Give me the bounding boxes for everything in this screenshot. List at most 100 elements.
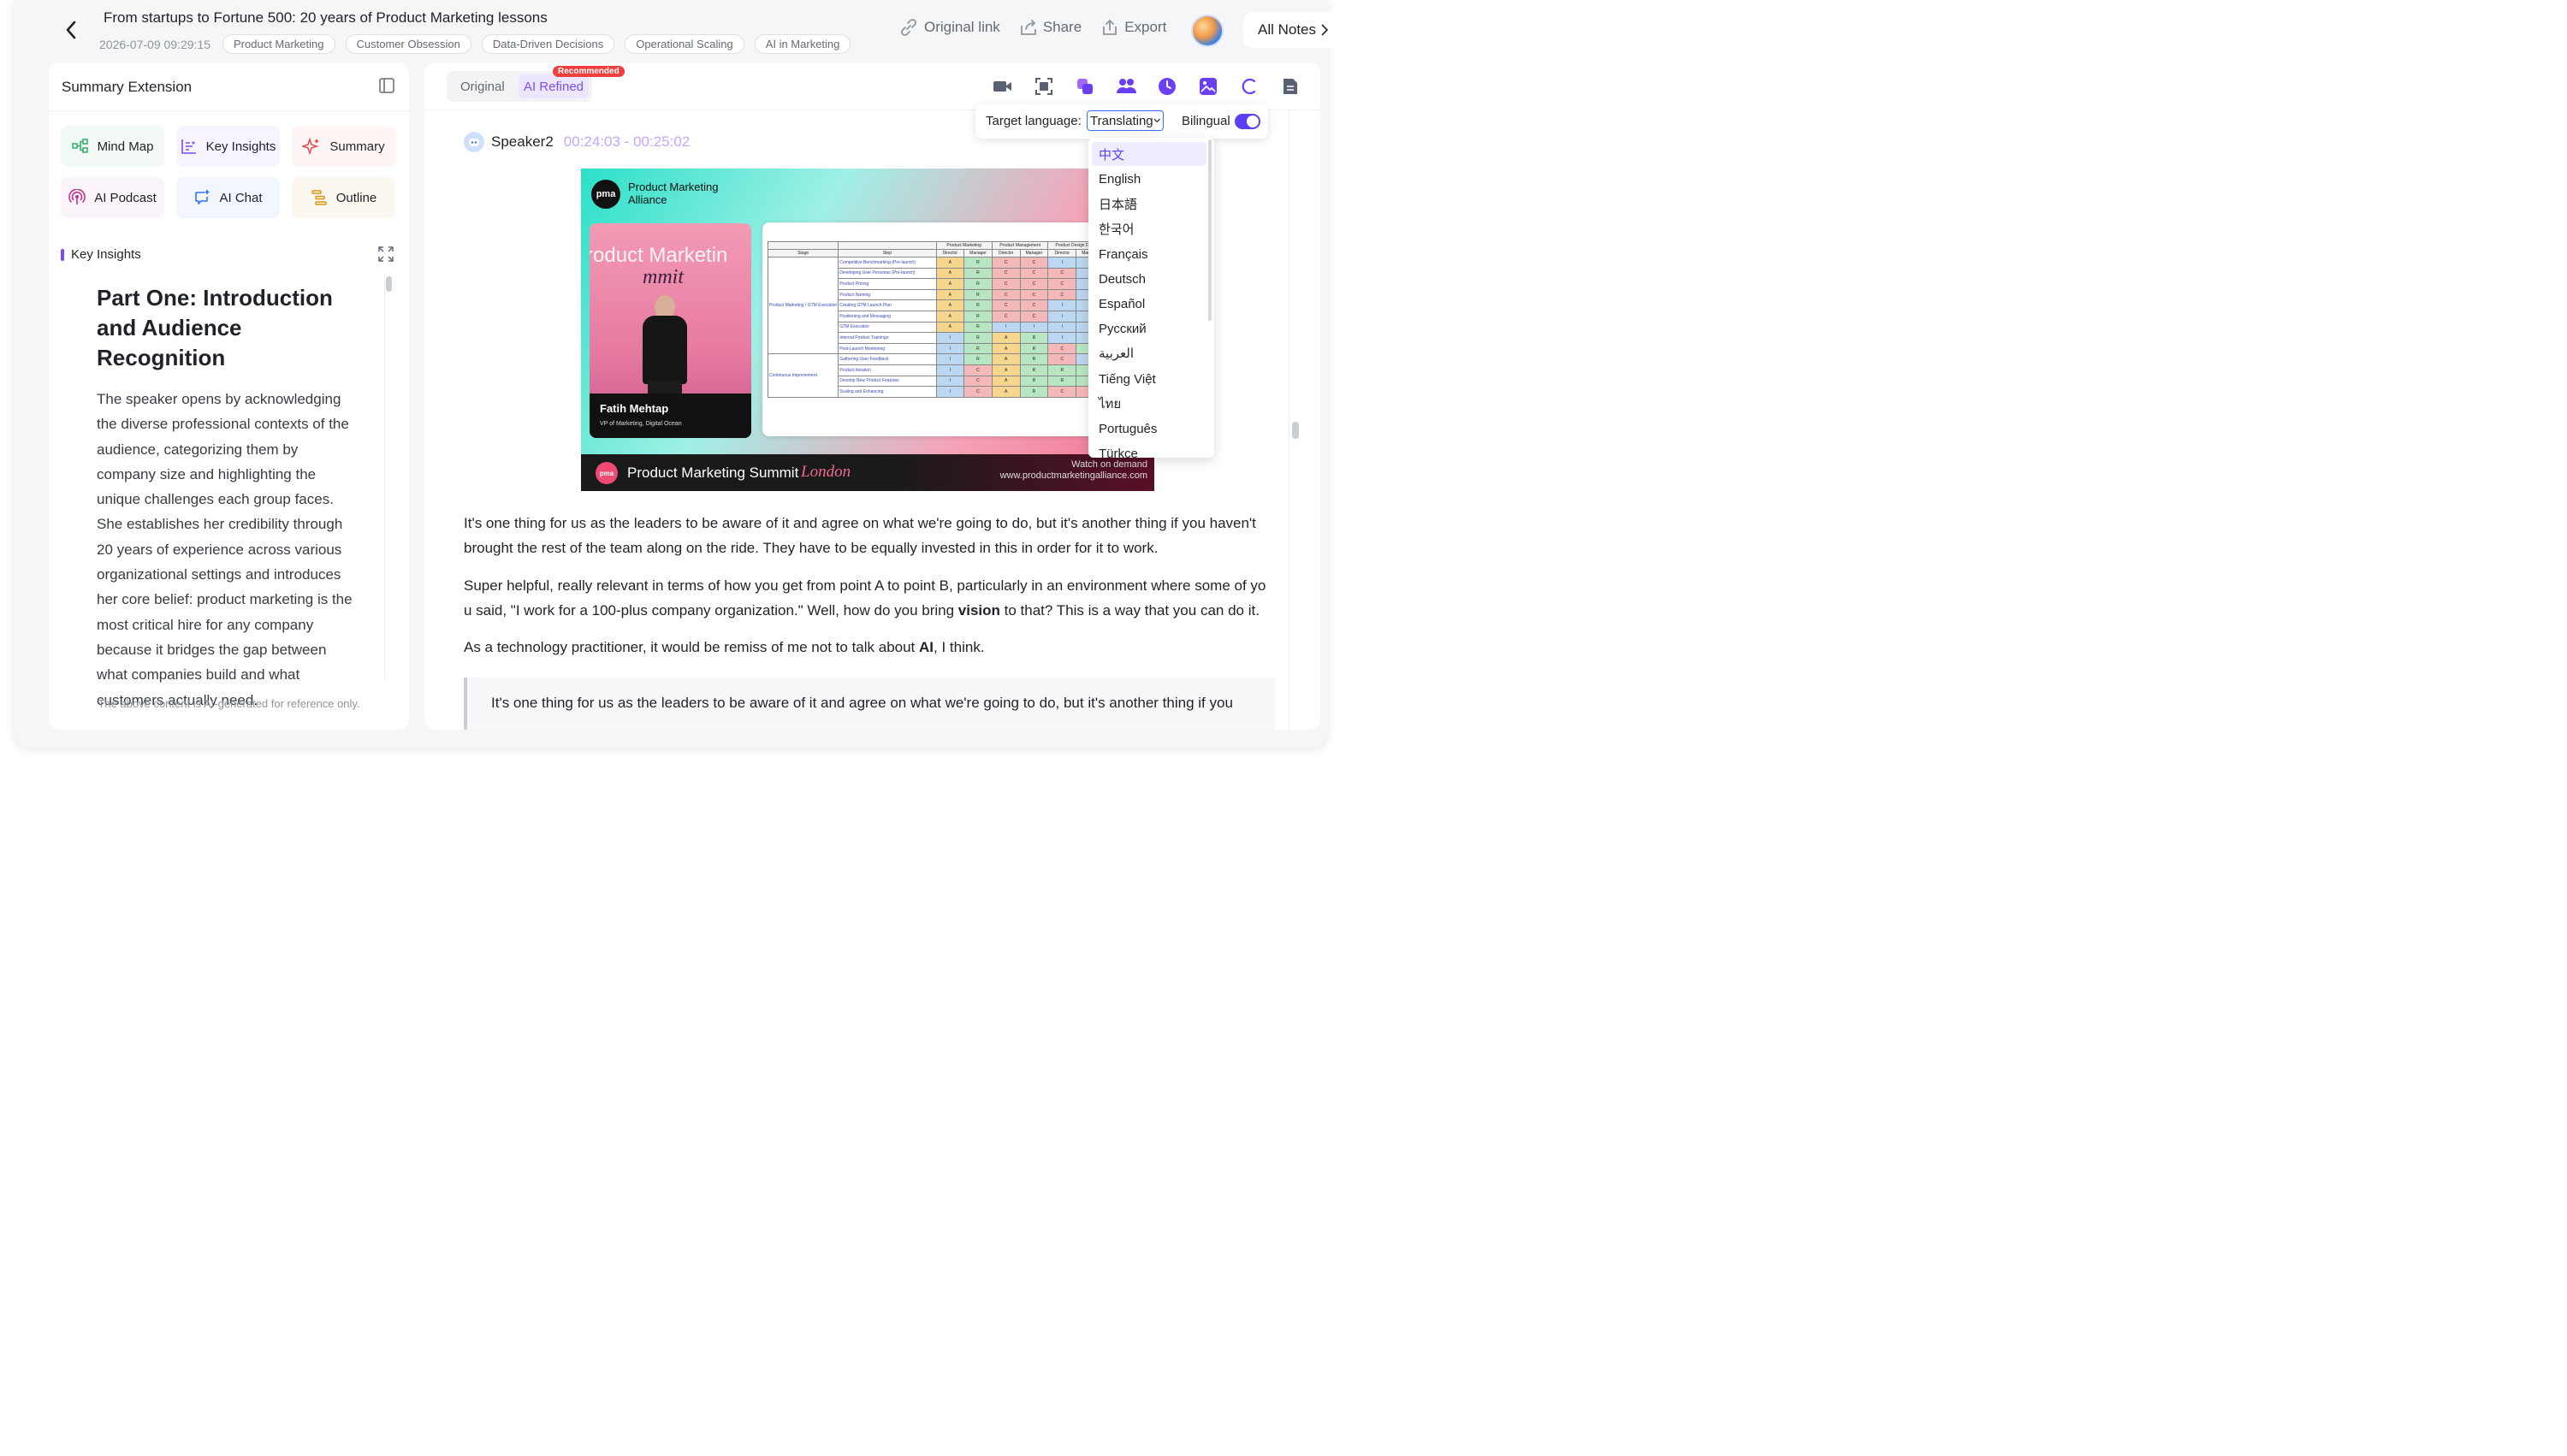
raci-value-cell: R xyxy=(963,342,993,355)
raci-step-cell: Product Iteration xyxy=(838,364,937,376)
sidebar-toggle-icon[interactable] xyxy=(379,78,394,93)
language-option[interactable]: 中文 xyxy=(1092,142,1206,166)
tool-label: AI Chat xyxy=(219,190,263,205)
section-label-text: Key Insights xyxy=(71,247,141,262)
raci-sub-row: Stage Step Director Manager Director Man… xyxy=(767,249,1105,257)
raci-value-cell: I xyxy=(1047,299,1077,311)
all-notes-button[interactable]: All Notes xyxy=(1243,12,1343,48)
raci-value-cell: I xyxy=(935,386,965,398)
raci-header xyxy=(767,241,839,250)
header-actions: Original link Share Export xyxy=(898,17,1185,38)
ai-chat-button[interactable]: AI Chat xyxy=(176,177,280,218)
tag[interactable]: Data-Driven Decisions xyxy=(481,34,615,54)
copy-button[interactable] xyxy=(1075,76,1095,97)
text-run: to that? This is a way that you can do i… xyxy=(999,602,1260,619)
tag[interactable]: AI in Marketing xyxy=(754,34,851,54)
language-option[interactable]: Deutsch xyxy=(1092,267,1206,291)
note-date: 2026-07-09 09:29:15 xyxy=(99,37,210,51)
key-insights-button[interactable]: Key Insights xyxy=(176,126,280,167)
raci-value-cell: C xyxy=(1019,288,1049,301)
language-option[interactable]: العربية xyxy=(1092,341,1206,365)
raci-header xyxy=(838,241,937,250)
raci-value-cell: A xyxy=(935,257,965,269)
tag[interactable]: Customer Obsession xyxy=(345,34,471,54)
language-option[interactable]: Русский xyxy=(1092,317,1206,340)
speakers-button[interactable] xyxy=(1116,76,1136,97)
summary-button[interactable]: Summary xyxy=(292,126,395,167)
ai-podcast-button[interactable]: AI Podcast xyxy=(61,177,164,218)
panel-title: Summary Extension xyxy=(62,79,193,95)
outline-button[interactable]: Outline xyxy=(292,177,395,218)
bilingual-toggle[interactable] xyxy=(1235,114,1260,129)
note-title: From startups to Fortune 500: 20 years o… xyxy=(104,9,548,26)
raci-value-cell: C xyxy=(991,310,1021,323)
all-notes-label: All Notes xyxy=(1257,21,1317,38)
language-option[interactable]: Türkçe xyxy=(1092,441,1206,459)
raci-value-cell: A xyxy=(991,375,1021,388)
mind-map-button[interactable]: Mind Map xyxy=(61,126,164,167)
pma-logo: pma xyxy=(591,180,620,209)
scrollbar-thumb[interactable] xyxy=(386,276,392,292)
raci-value-cell: R xyxy=(1047,375,1077,388)
raci-value-cell: R xyxy=(1019,332,1049,344)
raci-step-cell: Positioning and Messaging xyxy=(838,310,937,323)
tab-ai-refined[interactable]: AI Refined xyxy=(519,74,589,98)
language-option[interactable]: Français xyxy=(1092,242,1206,266)
raci-value-cell: C xyxy=(1019,299,1049,311)
image-button[interactable] xyxy=(1198,76,1218,97)
language-option[interactable]: 한국어 xyxy=(1092,216,1206,240)
original-link-button[interactable]: Original link xyxy=(898,17,1000,38)
screenshot-button[interactable] xyxy=(1034,76,1054,97)
avatar[interactable] xyxy=(1191,15,1224,47)
raci-value-cell: C xyxy=(1047,353,1077,365)
section-accent-bar xyxy=(61,248,64,261)
raci-header: Step xyxy=(838,249,937,257)
target-language-select[interactable]: Translating xyxy=(1087,110,1164,131)
toolbar xyxy=(993,76,1301,97)
share-button[interactable]: Share xyxy=(1019,18,1082,37)
language-option[interactable]: 日本語 xyxy=(1092,192,1206,216)
document-button[interactable] xyxy=(1280,76,1301,97)
translation-bar: Target language: Translating Bilingual xyxy=(975,104,1268,139)
toggle-knob xyxy=(1247,115,1259,127)
raci-value-cell: A xyxy=(991,386,1021,398)
slide-header: pma Product Marketing Alliance xyxy=(581,169,1154,216)
refresh-button[interactable] xyxy=(1239,76,1260,97)
raci-value-cell: R xyxy=(963,257,993,269)
language-option[interactable]: Español xyxy=(1092,292,1206,316)
language-option[interactable]: ไทย xyxy=(1092,392,1206,416)
bold-text: AI xyxy=(919,639,934,655)
share-icon xyxy=(1020,20,1036,35)
tool-label: Outline xyxy=(335,190,377,205)
export-label: Export xyxy=(1124,19,1167,35)
timestamp-button[interactable] xyxy=(1157,76,1177,97)
raci-value-cell: A xyxy=(935,310,965,323)
export-button[interactable]: Export xyxy=(1100,18,1166,37)
content-scrollbar-thumb[interactable] xyxy=(1292,422,1299,439)
back-button[interactable] xyxy=(60,17,82,43)
raci-row: Product Marketing / GTM Execution Competi… xyxy=(767,256,1105,355)
expand-icon[interactable] xyxy=(377,246,394,263)
tag[interactable]: Product Marketing xyxy=(222,34,335,54)
speaker-time[interactable]: 00:24:03 - 00:25:02 xyxy=(564,133,690,151)
speaker-name-card: Fatih Mehtap VP of Marketing, Digital Oc… xyxy=(590,394,751,438)
language-option[interactable]: Português xyxy=(1092,417,1206,441)
language-option[interactable]: Tiếng Việt xyxy=(1092,367,1206,391)
event-title: Product Marketing Summit xyxy=(627,465,799,481)
tag[interactable]: Operational Scaling xyxy=(625,34,744,54)
transcript-paragraph: Super helpful, really relevant in terms … xyxy=(464,573,1275,624)
ai-disclaimer: The above content is AI-generated for re… xyxy=(98,697,360,710)
language-option[interactable]: English xyxy=(1092,167,1206,191)
video-button[interactable] xyxy=(993,76,1013,97)
slide-footer: pma Product Marketing Summit London Watc… xyxy=(581,454,1154,491)
transcript-paragraph: It's one thing for us as the leaders to … xyxy=(464,515,1256,557)
raci-stage-cell: Product Marketing / GTM Execution xyxy=(767,256,839,355)
chat-icon xyxy=(195,190,210,204)
tab-original[interactable]: Original xyxy=(460,80,505,94)
dropdown-scrollbar[interactable] xyxy=(1208,139,1212,321)
raci-value-cell: I xyxy=(991,321,1021,334)
stage-backdrop-text: mmit xyxy=(643,266,684,288)
raci-group-header: Product Management xyxy=(991,241,1049,250)
scrollbar-track[interactable] xyxy=(384,275,392,682)
pma-org-line: Product Marketing xyxy=(628,181,719,193)
